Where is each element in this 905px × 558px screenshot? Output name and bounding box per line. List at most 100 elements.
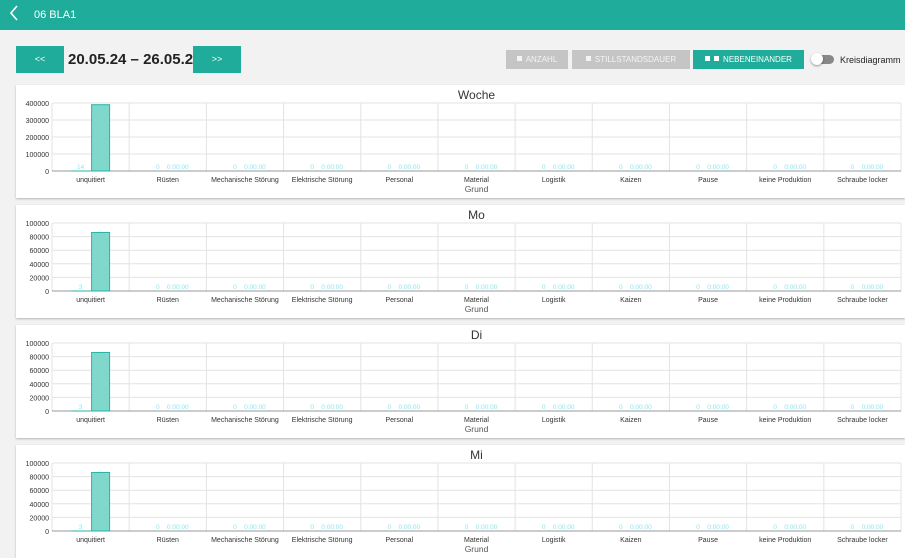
x-tick-label: Personal	[385, 177, 413, 184]
y-tick-label: 40000	[30, 382, 50, 389]
x-axis-title: Grund	[465, 424, 489, 434]
x-tick-label: Material	[464, 297, 489, 304]
data-label-duration: 0:00:00	[630, 164, 652, 171]
y-tick-label: 80000	[30, 235, 50, 242]
x-tick-label: Personal	[385, 537, 413, 544]
x-tick-label: Kaizen	[620, 417, 642, 424]
data-label-duration: 0:00:00	[630, 404, 652, 411]
x-tick-label: Rüsten	[157, 297, 179, 304]
x-tick-label: Schraube locker	[837, 537, 888, 544]
chart-panel-woche: Woche010000020000030000040000014unquitie…	[16, 85, 905, 198]
data-label-count: 0	[388, 284, 392, 291]
x-tick-label: Logistik	[542, 297, 566, 304]
y-tick-label: 100000	[26, 152, 49, 159]
y-tick-label: 20000	[30, 275, 50, 282]
data-label-count: 0	[542, 164, 546, 171]
next-week-button[interactable]: >>	[193, 46, 241, 73]
x-tick-label: Mechanische Störung	[211, 177, 279, 184]
x-tick-label: Pause	[698, 537, 718, 544]
stillstandsdauer-button[interactable]: STILLSTANDSDAUER	[572, 50, 690, 69]
data-label-duration: 0:00:00	[321, 164, 343, 171]
data-label-duration: 0:00:00	[398, 164, 420, 171]
data-label-count: 0	[542, 284, 546, 291]
chart-panel-mo: Mo0200004000060000800001000003unquitiert…	[16, 205, 905, 318]
anzahl-button[interactable]: ANZAHL	[506, 50, 568, 69]
y-tick-label: 100000	[26, 461, 49, 468]
data-label-count: 0	[233, 284, 237, 291]
data-label-count: 0	[388, 404, 392, 411]
bar-duration	[92, 473, 110, 531]
y-tick-label: 400000	[26, 101, 49, 108]
previous-week-button[interactable]: <<	[16, 46, 64, 73]
y-tick-label: 40000	[30, 262, 50, 269]
y-tick-label: 80000	[30, 355, 50, 362]
y-tick-label: 40000	[30, 502, 50, 509]
data-label-count: 0	[388, 164, 392, 171]
data-label-duration: 0:00:00	[784, 164, 806, 171]
kreisdiagramm-toggle[interactable]	[812, 55, 834, 64]
x-tick-label: Schraube locker	[837, 417, 888, 424]
x-tick-label: keine Produktion	[759, 177, 811, 184]
chart-title: Mo	[468, 208, 485, 222]
y-tick-label: 60000	[30, 488, 50, 495]
data-label-count: 0	[465, 524, 469, 531]
x-tick-label: Kaizen	[620, 537, 642, 544]
x-tick-label: Material	[464, 177, 489, 184]
data-label-count: 0	[233, 404, 237, 411]
x-tick-label: keine Produktion	[759, 417, 811, 424]
x-tick-label: Elektrische Störung	[292, 177, 353, 184]
data-label-duration: 0:00:00	[244, 524, 266, 531]
data-label-count: 0	[310, 404, 314, 411]
x-tick-label: Personal	[385, 417, 413, 424]
chart-panel-mi: Mi0200004000060000800001000003unquitiert…	[16, 445, 905, 558]
x-tick-label: Elektrische Störung	[292, 417, 353, 424]
x-axis-title: Grund	[465, 304, 489, 314]
x-tick-label: Logistik	[542, 177, 566, 184]
data-label-count: 0	[696, 404, 700, 411]
x-axis-title: Grund	[465, 544, 489, 554]
square-icon	[586, 56, 591, 61]
data-label-count: 0	[851, 164, 855, 171]
data-label-count: 0	[773, 284, 777, 291]
data-label-duration: 0:00:00	[630, 284, 652, 291]
x-tick-label: Schraube locker	[837, 297, 888, 304]
chevron-left-icon[interactable]	[9, 4, 19, 27]
y-tick-label: 200000	[26, 135, 49, 142]
x-tick-label: Mechanische Störung	[211, 417, 279, 424]
data-label-count: 0	[619, 284, 623, 291]
chart-title: Woche	[458, 88, 495, 102]
data-label-duration: 0:00:00	[862, 404, 884, 411]
top-bar: 06 BLA1	[0, 0, 905, 30]
data-label-count: 0	[851, 524, 855, 531]
data-label-count: 0	[310, 524, 314, 531]
data-label-count: 0	[156, 284, 160, 291]
data-label-count: 0	[310, 164, 314, 171]
data-label-count: 0	[156, 164, 160, 171]
date-range: 20.05.24 – 26.05.24	[68, 50, 201, 70]
square-icon	[705, 56, 710, 61]
data-label-duration: 0:00:00	[784, 524, 806, 531]
data-label-duration: 0:00:00	[244, 284, 266, 291]
data-label-duration: 0:00:00	[862, 524, 884, 531]
data-label-duration: 0:00:00	[862, 284, 884, 291]
data-label-count: 0	[851, 284, 855, 291]
x-tick-label: unquitiert	[76, 417, 105, 424]
y-tick-label: 0	[45, 169, 49, 176]
x-tick-label: unquitiert	[76, 177, 105, 184]
x-tick-label: Mechanische Störung	[211, 537, 279, 544]
x-tick-label: Kaizen	[620, 177, 642, 184]
data-label-duration: 0:00:00	[707, 524, 729, 531]
nebeneinander-button[interactable]: NEBENEINANDER	[693, 50, 804, 69]
y-tick-label: 300000	[26, 118, 49, 125]
kreisdiagramm-label: Kreisdiagramm	[840, 54, 901, 66]
data-label-count: 0	[233, 164, 237, 171]
anzahl-label: ANZAHL	[526, 55, 558, 64]
chart-title: Mi	[470, 448, 483, 462]
data-label-count: 0	[696, 284, 700, 291]
x-tick-label: Logistik	[542, 417, 566, 424]
data-label-count: 0	[619, 524, 623, 531]
x-tick-label: Pause	[698, 177, 718, 184]
data-label-duration: 0:00:00	[167, 404, 189, 411]
data-label-duration: 0:00:00	[167, 284, 189, 291]
data-label-duration: 0:00:00	[398, 284, 420, 291]
